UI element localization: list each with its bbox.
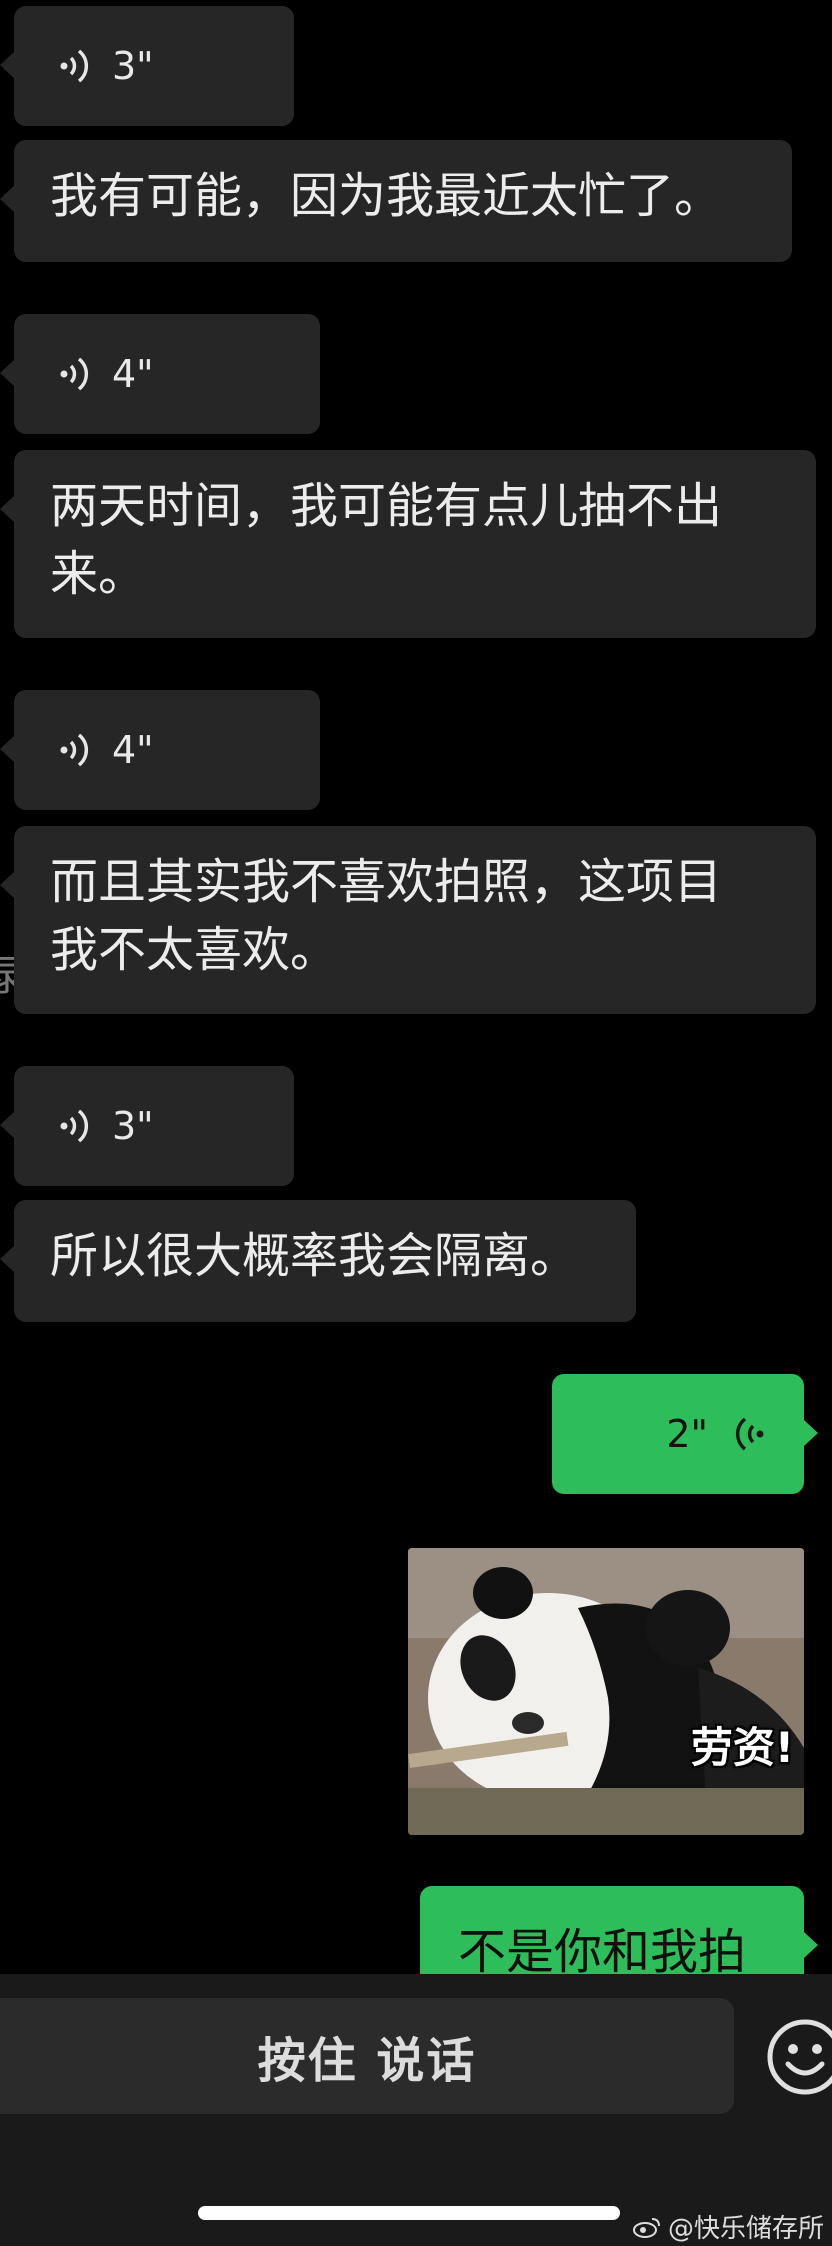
hold-to-talk-button[interactable]: 按住 说话: [0, 1998, 734, 2114]
watermark: @快乐储存所: [632, 2208, 824, 2245]
message-text: 不是你和我拍: [458, 1924, 747, 1980]
panda-image: [408, 1548, 804, 1835]
voice-duration: 3": [112, 1104, 154, 1148]
voice-wave-icon: [735, 1417, 764, 1451]
emoji-icon[interactable]: [766, 2018, 832, 2096]
home-indicator[interactable]: [198, 2206, 620, 2220]
message-text-line: 来。: [50, 546, 147, 602]
voice-wave-icon: [60, 49, 89, 83]
voice-wave-icon: [60, 357, 89, 391]
incoming-voice-message[interactable]: 3": [0, 6, 294, 126]
voice-wave-icon: [60, 1109, 89, 1143]
incoming-text-message[interactable]: 我有可能，因为我最近太忙了。: [0, 140, 792, 262]
sticker-caption: 劳资!: [690, 1723, 794, 1772]
message-text-line: 两天时间，我可能有点儿抽不出: [50, 478, 723, 534]
incoming-text-message[interactable]: 而且其实我不喜欢拍照，这项目 我不太喜欢。: [0, 826, 816, 1014]
voice-duration: 2": [666, 1412, 708, 1456]
weibo-logo-icon: [632, 2217, 660, 2238]
outgoing-voice-message[interactable]: 2": [552, 1374, 818, 1494]
watermark-text: @快乐储存所: [667, 2214, 824, 2244]
incoming-text-message[interactable]: 所以很大概率我会隔离。: [0, 1200, 636, 1322]
voice-duration: 3": [112, 44, 154, 88]
incoming-text-message[interactable]: 两天时间，我可能有点儿抽不出 来。: [0, 450, 816, 638]
message-text-line: 而且其实我不喜欢拍照，这项目: [50, 854, 723, 910]
message-text: 所以很大概率我会隔离。: [50, 1228, 579, 1284]
message-text-line: 我不太喜欢。: [50, 922, 339, 978]
message-text: 我有可能，因为我最近太忙了。: [50, 168, 723, 224]
voice-duration: 4": [112, 728, 154, 772]
panda-sticker[interactable]: 劳资!: [408, 1548, 804, 1835]
voice-wave-icon: [60, 733, 89, 767]
incoming-voice-message[interactable]: 3": [0, 1066, 294, 1186]
incoming-voice-message[interactable]: 4": [0, 690, 320, 810]
voice-duration: 4": [112, 352, 154, 396]
incoming-voice-message[interactable]: 4": [0, 314, 320, 434]
